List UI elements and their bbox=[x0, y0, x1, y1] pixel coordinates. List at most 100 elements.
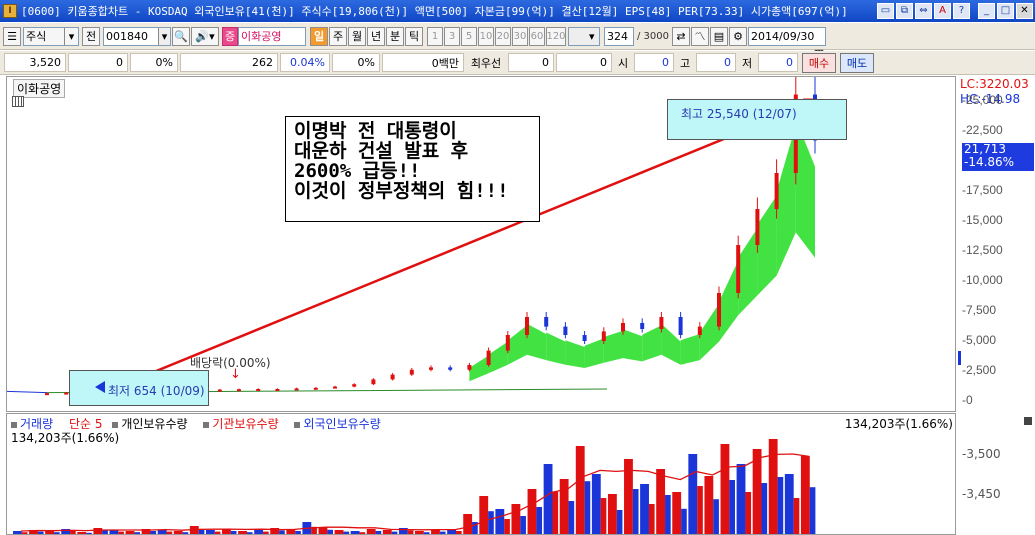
candle-body bbox=[294, 388, 299, 391]
chart-type-icon[interactable]: 〽 bbox=[691, 26, 709, 46]
period-day-tab[interactable]: 일 bbox=[310, 26, 328, 46]
custom-period-input[interactable]: ▾ bbox=[568, 26, 600, 46]
period-tick-tab[interactable]: 틱 bbox=[405, 26, 423, 46]
buy-button[interactable]: 매수 bbox=[802, 52, 836, 73]
ma-band-segment bbox=[680, 334, 700, 365]
volume-bar-secondary bbox=[536, 507, 543, 534]
period-month-tab[interactable]: 월 bbox=[348, 26, 366, 46]
high-value: 0 bbox=[696, 53, 736, 72]
candle-body bbox=[697, 326, 702, 335]
volume-bar-secondary bbox=[697, 486, 703, 534]
volume-bar-secondary bbox=[279, 530, 285, 534]
candle-body bbox=[313, 387, 318, 390]
volume-bar bbox=[125, 531, 135, 534]
candle-body bbox=[659, 317, 664, 329]
close-icon[interactable]: ✕ bbox=[1016, 3, 1033, 19]
ma-band-segment bbox=[776, 125, 796, 276]
volume-bar-secondary bbox=[439, 531, 446, 534]
panel-close-icon[interactable] bbox=[1024, 417, 1032, 425]
volume-bar-secondary bbox=[166, 531, 173, 534]
volume-bar-secondary bbox=[70, 531, 76, 534]
cert-badge: 증 bbox=[222, 26, 238, 46]
ma-band-segment bbox=[623, 329, 643, 362]
minute-60-button[interactable]: 60 bbox=[529, 26, 545, 46]
candle-body bbox=[45, 393, 49, 396]
legend-institution[interactable]: 기관보유수량 bbox=[203, 417, 284, 431]
volume-bar-secondary bbox=[665, 495, 671, 534]
settings-icon[interactable]: ⚙ bbox=[729, 26, 747, 46]
low-price-box: 최저 654 (10/09) bbox=[69, 370, 209, 406]
volume-bar bbox=[768, 439, 778, 534]
window-font-icon[interactable]: A bbox=[934, 3, 951, 19]
ma-band-segment bbox=[584, 338, 604, 368]
window-tile-icon[interactable]: ⧉ bbox=[896, 3, 913, 19]
price-tick-label: -22,500 bbox=[962, 123, 1003, 137]
candle-body bbox=[429, 367, 433, 370]
speaker-icon[interactable]: 🔊▾ bbox=[191, 26, 219, 46]
volume-bar bbox=[575, 446, 585, 534]
price-tick-label: -10,000 bbox=[962, 273, 1003, 287]
period-week-tab[interactable]: 주 bbox=[329, 26, 347, 46]
volume-bar-secondary bbox=[745, 492, 752, 534]
data-count-input[interactable]: 324 bbox=[604, 26, 634, 46]
ma-band-segment bbox=[565, 340, 585, 368]
price-tick-label: -7,500 bbox=[962, 303, 997, 317]
candle-body bbox=[486, 350, 491, 365]
app-icon: I bbox=[3, 4, 17, 18]
sell-button[interactable]: 매도 bbox=[840, 52, 874, 73]
volume-chart[interactable]: 거래량 단순 5 개인보유수량 기관보유수량 외국인보유수량 134,203주(… bbox=[6, 413, 956, 535]
minute-5-button[interactable]: 5 bbox=[461, 26, 477, 46]
legend-individual[interactable]: 개인보유수량 bbox=[112, 417, 193, 431]
period-year-tab[interactable]: 년 bbox=[367, 26, 385, 46]
volume-bar-secondary bbox=[327, 529, 333, 534]
period-minute-tab[interactable]: 분 bbox=[386, 26, 404, 46]
volume-bar-secondary bbox=[584, 481, 591, 534]
volume-bar-secondary bbox=[504, 519, 510, 534]
search-icon[interactable]: 🔍 bbox=[172, 26, 190, 46]
zoom-icon[interactable]: ⇄ bbox=[672, 26, 690, 46]
volume-bar bbox=[77, 532, 87, 534]
market-type-select[interactable]: 주식 ▾ bbox=[23, 26, 79, 46]
menu-icon[interactable]: ☰ bbox=[3, 26, 21, 46]
volume-pct: 0.04% bbox=[280, 53, 330, 72]
price-chart[interactable]: 이화공영 배당락(0.00%) ↓ 최저 654 (10/09) 최고 25,5… bbox=[6, 76, 956, 412]
ma-band-segment bbox=[757, 195, 777, 296]
window-help-icon[interactable]: ? bbox=[953, 3, 970, 19]
stock-code-input[interactable]: 001840 ▾ bbox=[103, 26, 171, 46]
chart-toolbar: ☰ 주식 ▾ 전 001840 ▾ 🔍 🔊▾ 증 이화공영 일 주 월 년 분 틱 … bbox=[0, 23, 1035, 60]
minute-3-button[interactable]: 3 bbox=[444, 26, 460, 46]
volume-bar bbox=[463, 514, 473, 534]
volume-bar-secondary bbox=[54, 532, 60, 534]
maximize-icon[interactable]: □ bbox=[997, 3, 1014, 19]
scroll-marker-icon[interactable] bbox=[958, 351, 961, 365]
volume-bar bbox=[720, 444, 730, 534]
annotation-box[interactable]: 이명박 전 대통령이 대운하 건설 발표 후 2600% 급등!! 이것이 정부… bbox=[285, 116, 540, 222]
minute-30-button[interactable]: 30 bbox=[512, 26, 528, 46]
minute-120-button[interactable]: 120 bbox=[546, 26, 566, 46]
candle-body bbox=[774, 173, 779, 209]
volume-bar-secondary bbox=[150, 531, 157, 534]
grid-toggle-icon[interactable] bbox=[12, 96, 24, 107]
volume-bar bbox=[607, 494, 617, 534]
window-link-icon[interactable]: ⇔ bbox=[915, 3, 932, 19]
legend-foreign[interactable]: 외국인보유수량 bbox=[294, 417, 386, 431]
volume-bar-secondary bbox=[423, 532, 430, 534]
candle-body bbox=[217, 389, 222, 392]
minimize-icon[interactable]: _ bbox=[978, 3, 995, 19]
prefix-button[interactable]: 전 bbox=[82, 26, 100, 46]
window-restore-icon[interactable]: ▭ bbox=[877, 3, 894, 19]
volume-bar-secondary bbox=[391, 531, 398, 534]
minute-20-button[interactable]: 20 bbox=[495, 26, 511, 46]
minute-1-button[interactable]: 1 bbox=[427, 26, 443, 46]
current-price: 3,520 bbox=[4, 53, 66, 72]
save-icon[interactable]: ▤ bbox=[710, 26, 728, 46]
volume-bar bbox=[479, 496, 489, 534]
volume-bar-secondary bbox=[134, 532, 141, 534]
candle-body bbox=[390, 374, 395, 380]
minute-10-button[interactable]: 10 bbox=[478, 26, 494, 46]
volume-bar-secondary bbox=[777, 477, 784, 534]
ma-band-segment bbox=[488, 341, 508, 374]
candle-body bbox=[755, 209, 760, 245]
volume-bar bbox=[334, 530, 344, 534]
date-input[interactable]: 2014/09/30▦ bbox=[748, 26, 826, 60]
